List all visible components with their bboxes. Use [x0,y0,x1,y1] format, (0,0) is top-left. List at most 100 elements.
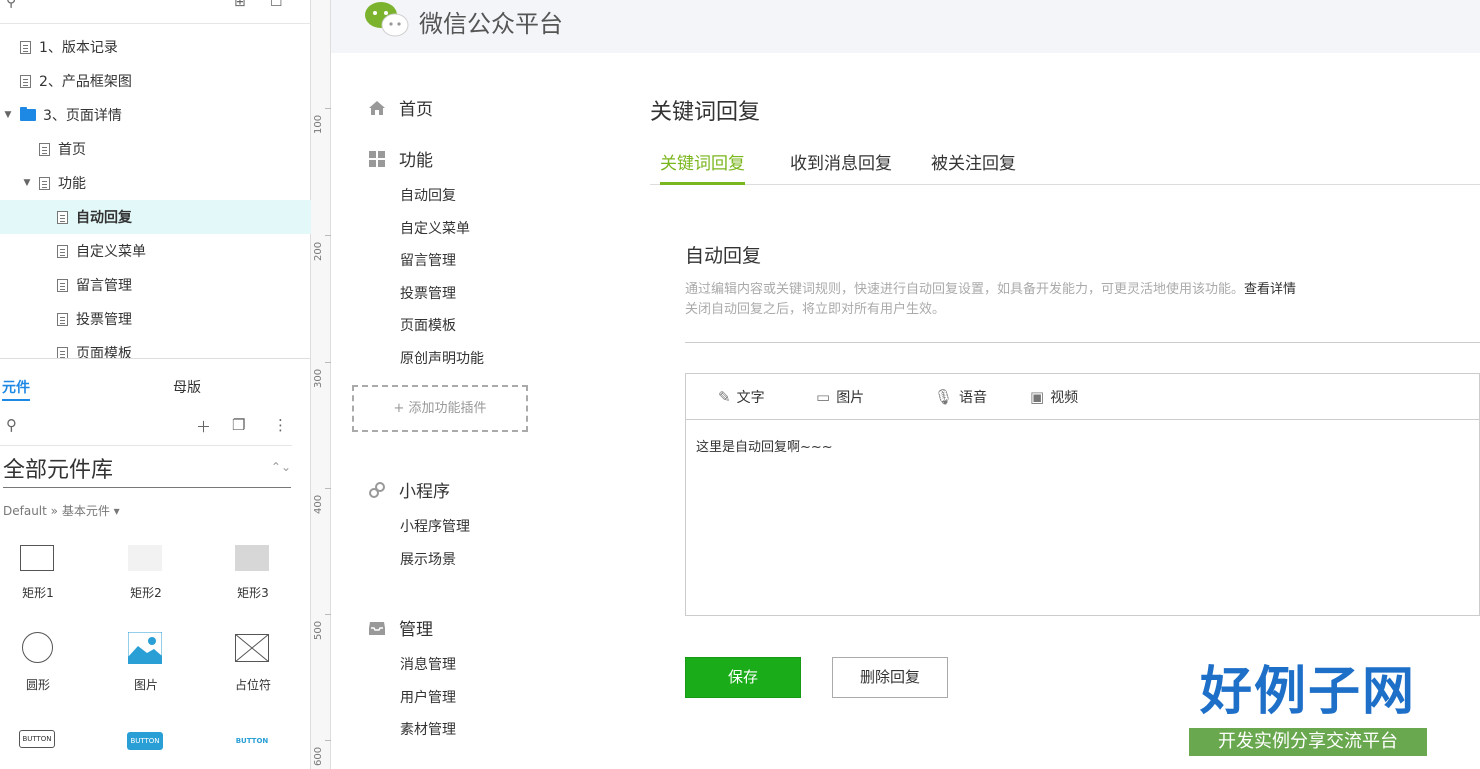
widget-label: 圆形 [25,678,50,692]
tab-masters[interactable]: 母版 [173,377,201,397]
tree-item-home[interactable]: 首页 [0,132,311,166]
media-label: 文字 [736,390,765,406]
tab-message-reply[interactable]: 收到消息回复 [790,149,892,182]
media-label: 图片 [836,390,865,406]
nav-function-group: 功能 [368,146,433,171]
rectangle-light-gray-icon [128,545,162,571]
tree-item-custom-menu[interactable]: 自定义菜单 [0,234,311,268]
tree-item-label: 自定义菜单 [76,244,146,260]
nav-material-manage[interactable]: 素材管理 [400,719,456,739]
ruler-mark: 300 [313,368,324,388]
add-page-icon[interactable]: ⊞ [234,0,246,10]
tree-item-auto-reply[interactable]: 自动回复 [0,200,311,234]
ruler-mark: 500 [313,620,324,640]
page-title: 关键词回复 [650,100,761,125]
view-details-link[interactable]: 查看详情 [1244,282,1296,297]
reply-tabs: 关键词回复 收到消息回复 被关注回复 [650,145,1480,185]
nav-display-scene[interactable]: 展示场景 [400,549,456,569]
library-tabs: 元件 母版 [0,358,311,404]
media-label: 视频 [1050,390,1079,406]
library-select-value: 全部元件库 [3,458,114,483]
tree-item-label: 投票管理 [76,312,132,328]
expand-arrow-icon[interactable]: ▼ [2,110,14,120]
tree-item-page-template[interactable]: 页面模板 [0,336,311,358]
nav-miniapp-mgmt[interactable]: 小程序管理 [400,516,470,536]
widget-rectangle-1[interactable]: 矩形1 [0,540,70,610]
desc-line-1: 通过编辑内容或关键词规则，快速进行自动回复设置，如具备开发能力，可更灵活地使用该… [685,282,1245,297]
home-icon [369,100,385,115]
tree-item-version-log[interactable]: 1、版本记录 [0,30,311,64]
copy-icon[interactable]: ❐ [232,416,245,434]
nav-message-mgmt[interactable]: 留言管理 [400,250,456,270]
tree-item-vote-mgmt[interactable]: 投票管理 [0,302,311,336]
tree-item-label: 首页 [58,142,86,158]
nav-page-template[interactable]: 页面模板 [400,315,456,335]
nav-group-label: 功能 [399,151,433,171]
wechat-logo-icon [365,2,409,37]
expand-arrow-icon[interactable]: ▼ [21,178,33,188]
save-button[interactable]: 保存 [685,657,801,698]
circle-outline-icon [22,632,53,663]
vertical-ruler: 100 200 300 400 500 600 [311,0,331,769]
page-icon [57,312,68,326]
stamp-subtitle: 开发实例分享交流平台 [1189,728,1427,756]
placeholder-icon [235,634,269,662]
tree-item-framework[interactable]: 2、产品框架图 [0,64,311,98]
library-select[interactable]: 全部元件库 ⌃⌄ [3,452,291,488]
card-title: 自动回复 [685,245,762,267]
grid-icon [369,150,385,167]
media-video-button[interactable]: ▣ 视频 [1030,387,1078,407]
media-label: 语音 [959,390,988,406]
nav-vote-mgmt[interactable]: 投票管理 [400,283,456,303]
video-icon: ▣ [1030,388,1045,406]
delete-reply-button[interactable]: 删除回复 [832,657,948,698]
page-tree: 1、版本记录 2、产品框架图 ▼ 3、页面详情 首页 ▼ 功能 自动回复 自定义… [0,30,311,358]
page-icon [57,244,68,258]
widget-image[interactable]: 图片 [108,632,178,702]
tree-item-page-details[interactable]: ▼ 3、页面详情 [0,98,311,132]
ruler-mark: 200 [313,241,324,261]
nav-original-declaration[interactable]: 原创声明功能 [400,348,484,368]
widget-rectangle-2[interactable]: 矩形2 [108,540,178,610]
button-primary-icon: BUTTON [127,732,163,750]
card-description: 通过编辑内容或关键词规则，快速进行自动回复设置，如具备开发能力，可更灵活地使用该… [685,280,1296,320]
widget-button[interactable]: BUTTON [0,730,70,769]
add-icon[interactable]: ＋ [196,416,211,437]
wechat-sidebar: 首页 功能 自动回复 自定义菜单 留言管理 投票管理 页面模板 原创声明功能 +… [331,53,631,769]
tab-keyword-reply[interactable]: 关键词回复 [660,149,745,185]
search-icon[interactable]: ⚲ [6,416,17,434]
widget-rectangle-3[interactable]: 矩形3 [215,540,285,610]
tree-item-message-mgmt[interactable]: 留言管理 [0,268,311,302]
more-icon[interactable]: ⋮ [273,416,288,434]
library-breadcrumb[interactable]: Default » 基本元件 ▾ [3,502,120,519]
media-image-button[interactable]: ▭ 图片 [816,387,864,407]
add-folder-icon[interactable]: ☐ [270,0,283,10]
nav-message-manage[interactable]: 消息管理 [400,654,456,674]
widget-primary-button[interactable]: BUTTON [108,730,178,769]
search-icon[interactable]: ⚲ [6,0,16,10]
widget-link-button[interactable]: BUTTON [215,730,285,769]
tab-widgets[interactable]: 元件 [2,377,30,401]
widget-label: 占位符 [234,678,271,692]
page-icon [20,40,31,54]
media-type-toolbar: ✎ 文字 ▭ 图片 🎙 语音 ▣ 视频 [686,374,1480,420]
nav-custom-menu[interactable]: 自定义菜单 [400,218,470,238]
page-icon [57,346,68,358]
widget-label: 矩形3 [237,586,269,600]
nav-auto-reply[interactable]: 自动回复 [400,185,456,205]
media-text-button[interactable]: ✎ 文字 [718,387,765,407]
page-icon [39,176,50,190]
reply-text-area[interactable]: 这里是自动回复啊~~~ [696,436,833,455]
nav-user-manage[interactable]: 用户管理 [400,687,456,707]
add-plugin-button[interactable]: + 添加功能插件 [352,385,528,432]
widget-placeholder[interactable]: 占位符 [215,632,285,702]
page-icon [57,278,68,292]
widget-circle[interactable]: 圆形 [0,632,70,702]
tree-item-label: 自动回复 [76,210,132,226]
nav-home[interactable]: 首页 [368,95,433,120]
tree-item-function[interactable]: ▼ 功能 [0,166,311,200]
tab-follow-reply[interactable]: 被关注回复 [931,149,1016,182]
widget-label: 图片 [133,678,158,692]
media-voice-button[interactable]: 🎙 语音 [934,387,987,407]
picture-icon: ▭ [816,388,831,406]
